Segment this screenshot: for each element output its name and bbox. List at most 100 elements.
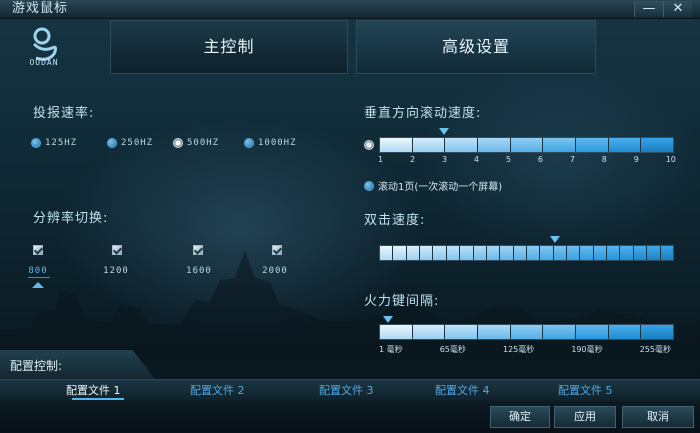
vertical-scroll-tick-label: 7 (569, 155, 575, 164)
resolution-2000-checkbox[interactable] (272, 245, 282, 255)
fire-key-tick-label: 65毫秒 (439, 345, 466, 354)
slider-segment (433, 246, 447, 260)
report-rate-1000-radio[interactable] (244, 138, 254, 148)
profile-tab-4[interactable]: 配置文件 4 (435, 382, 490, 398)
fire-key-slider[interactable] (379, 324, 674, 340)
slider-segment (620, 246, 634, 260)
fire-key-title: 火力键间隔: (364, 294, 440, 309)
vertical-scroll-thumb[interactable] (439, 128, 450, 135)
resolution-1200-checkbox[interactable] (112, 245, 122, 255)
vertical-scroll-tick-label: 4 (473, 155, 479, 164)
resolution-1600-label: 1600 (186, 266, 212, 276)
vertical-scroll-tick-label: 2 (409, 155, 416, 164)
slider-segment (580, 246, 594, 260)
profile-title: 配置控制: (10, 359, 63, 373)
profile-active-underline (72, 398, 124, 400)
slider-segment (576, 138, 609, 152)
slider-segment (446, 246, 461, 260)
resolution-1200-label: 1200 (103, 266, 129, 276)
slider-segment (412, 138, 446, 152)
slider-segment (526, 246, 541, 260)
vertical-scroll-tick-label: 10 (665, 155, 676, 164)
report-rate-option[interactable]: 250HZ (107, 138, 153, 148)
slider-segment (641, 138, 674, 152)
report-rate-label: 1000HZ (258, 138, 297, 148)
fire-key-ticks: 1 毫秒 65毫秒 125毫秒 190毫秒 255毫秒 (379, 344, 671, 355)
slider-segment (380, 246, 394, 260)
report-rate-125-radio[interactable] (31, 138, 41, 148)
vertical-scroll-tick-label: 1 (378, 155, 384, 164)
resolution-1600-checkbox[interactable] (193, 245, 203, 255)
resolution-active-underline (28, 277, 50, 278)
profile-tab-1[interactable]: 配置文件 1 (66, 382, 121, 398)
fire-key-tick-label: 125毫秒 (502, 345, 535, 354)
window-title: 游戏鼠标 (12, 1, 69, 16)
vertical-scroll-tick-label: 3 (441, 155, 448, 164)
double-click-title: 双击速度: (364, 213, 426, 228)
scroll-page-label: 滚动1页(一次滚动一个屏幕) (378, 182, 503, 193)
report-rate-title: 投报速率: (33, 106, 95, 121)
slider-segment (510, 138, 544, 152)
slider-segment (593, 246, 608, 260)
slider-segment (473, 246, 487, 260)
apply-button[interactable]: 应用 (554, 406, 616, 428)
slider-segment (567, 246, 581, 260)
slider-segment (660, 246, 673, 260)
ok-button[interactable]: 确定 (490, 406, 550, 428)
report-rate-label: 250HZ (121, 138, 154, 148)
slider-segment (513, 246, 527, 260)
report-rate-option[interactable]: 125HZ (31, 138, 77, 148)
report-rate-option[interactable]: 500HZ (173, 138, 219, 148)
slider-segment (576, 325, 609, 339)
tab-main-control[interactable]: 主控制 (110, 20, 348, 74)
slider-segment (486, 246, 501, 260)
slider-segment (420, 246, 434, 260)
report-rate-label: 125HZ (45, 138, 78, 148)
slider-segment (607, 246, 621, 260)
slider-segment (412, 325, 446, 339)
resolution-pointer-icon (32, 282, 44, 288)
slider-segment (500, 246, 514, 260)
close-button[interactable]: ✕ (663, 1, 692, 17)
profile-tab-3[interactable]: 配置文件 3 (319, 382, 374, 398)
slider-segment (380, 138, 413, 152)
vertical-scroll-tick-label: 9 (633, 155, 639, 164)
report-rate-option[interactable]: 1000HZ (244, 138, 297, 148)
tab-advanced-settings[interactable]: 高级设置 (356, 20, 596, 74)
report-rate-500-radio[interactable] (173, 138, 183, 148)
profile-tab-5[interactable]: 配置文件 5 (558, 382, 613, 398)
slider-segment (510, 325, 544, 339)
resolution-800-label: 800 (28, 266, 48, 276)
scroll-lines-radio[interactable] (364, 140, 374, 150)
scroll-page-option[interactable]: 滚动1页(一次滚动一个屏幕) (364, 178, 502, 193)
vertical-scroll-tick-label: 8 (601, 155, 607, 164)
vertical-scroll-tick-label: 6 (537, 155, 543, 164)
logo-text: OUDAN (29, 58, 59, 67)
slider-segment (445, 138, 479, 152)
resolution-800-checkbox[interactable] (33, 245, 43, 255)
double-click-slider[interactable] (379, 245, 674, 261)
fire-key-thumb[interactable] (382, 316, 393, 323)
fire-key-tick-label: 255毫秒 (639, 345, 671, 354)
profile-tab-2[interactable]: 配置文件 2 (190, 382, 245, 398)
slider-segment (633, 246, 648, 260)
slider-segment (540, 246, 554, 260)
mouse-settings-window: 游戏鼠标 — ✕ OUDAN 主控制 高级设置 投报速率: 125HZ 250H… (0, 0, 700, 433)
slider-segment (380, 325, 413, 339)
fire-key-tick-label: 190毫秒 (571, 345, 603, 354)
resolution-2000-label: 2000 (262, 266, 288, 276)
slider-segment (543, 325, 577, 339)
slider-segment (543, 138, 577, 152)
report-rate-250-radio[interactable] (107, 138, 117, 148)
scroll-page-radio[interactable] (364, 180, 374, 191)
vertical-scroll-slider[interactable] (379, 137, 674, 153)
minimize-button[interactable]: — (634, 1, 663, 17)
double-click-thumb[interactable] (549, 236, 560, 243)
vertical-scroll-title: 垂直方向滚动速度: (364, 106, 482, 121)
slider-segment (647, 246, 661, 260)
slider-segment (641, 325, 674, 339)
slider-segment (406, 246, 421, 260)
slider-segment (553, 246, 568, 260)
cancel-button[interactable]: 取消 (622, 406, 694, 428)
fire-key-tick-label: 1 毫秒 (379, 345, 403, 354)
